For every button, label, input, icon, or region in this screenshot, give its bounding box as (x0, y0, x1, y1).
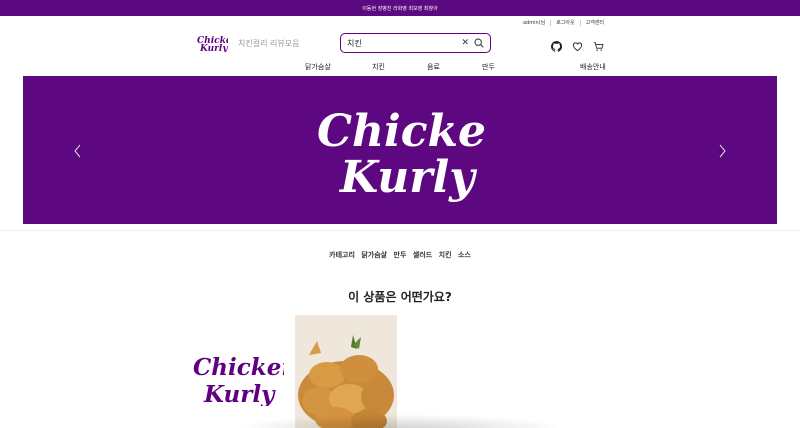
hero-logo: Chicken Kurly (317, 106, 487, 203)
user-name[interactable]: admin(님 (523, 19, 545, 26)
category-chicken[interactable]: 치킨 (439, 251, 452, 259)
cart-icon[interactable] (593, 37, 604, 51)
header-icons (550, 37, 604, 52)
search-box: ✕ (340, 33, 491, 53)
support-link[interactable]: 고객센터 (586, 19, 604, 26)
top-banner: 이동현 장병진 라화영 최보영 최창아 (0, 0, 800, 16)
chevron-left-icon[interactable] (73, 144, 83, 158)
category-dumplings[interactable]: 만두 (394, 251, 407, 259)
svg-text:Chicken: Chicken (193, 354, 284, 381)
svg-text:Kurly: Kurly (199, 44, 228, 52)
category-chicken-breast[interactable]: 닭가슴살 (361, 251, 387, 259)
global-nav: 닭가슴살 치킨 음료 만두 배송안내 (0, 62, 800, 72)
section-title: 이 상품은 어떤가요? (348, 290, 452, 304)
search-icon[interactable] (474, 38, 484, 48)
hero-carousel: Chicken Kurly (23, 76, 777, 224)
github-icon[interactable] (550, 37, 563, 52)
category-sauce[interactable]: 소스 (458, 251, 471, 259)
gnb-item-drinks[interactable]: 음료 (427, 62, 440, 72)
category-label: 카테고리 (329, 251, 355, 259)
svg-text:Kurly: Kurly (338, 152, 478, 203)
search-input[interactable] (347, 38, 462, 48)
section-divider (0, 230, 800, 231)
util-divider (579, 19, 581, 26)
util-divider (550, 19, 552, 26)
gnb-item-dumplings[interactable]: 만두 (482, 62, 495, 72)
svg-text:Chicken: Chicken (317, 106, 487, 157)
header-link-reviews[interactable]: 리뷰모음 (270, 38, 299, 49)
chevron-right-icon[interactable] (717, 144, 727, 158)
gnb-item-delivery[interactable]: 배송안내 (580, 62, 606, 72)
gnb-item-chicken[interactable]: 치킨 (372, 62, 385, 72)
product-brand-logo[interactable]: Chicken Kurly (192, 348, 284, 406)
category-bar: 카테고리 닭가슴살 만두 샐러드 치킨 소스 (0, 250, 800, 260)
category-salad[interactable]: 샐러드 (413, 251, 432, 259)
logout-link[interactable]: 로그아웃 (556, 19, 574, 26)
top-banner-text: 이동현 장병진 라화영 최보영 최창아 (362, 5, 438, 12)
gnb-item-chicken-breast[interactable]: 닭가슴살 (305, 62, 331, 72)
svg-text:Kurly: Kurly (203, 381, 276, 406)
header-link-chicken-kurly[interactable]: 치킨컬리 (238, 38, 267, 49)
chicken-kurly-logo[interactable]: Chicken Kurly (196, 34, 228, 52)
clear-icon[interactable]: ✕ (461, 38, 469, 48)
card-shadow (235, 414, 565, 428)
util-nav: admin(님 로그아웃 고객센터 (523, 19, 604, 26)
product-image[interactable] (295, 315, 397, 428)
heart-icon[interactable] (572, 37, 583, 52)
